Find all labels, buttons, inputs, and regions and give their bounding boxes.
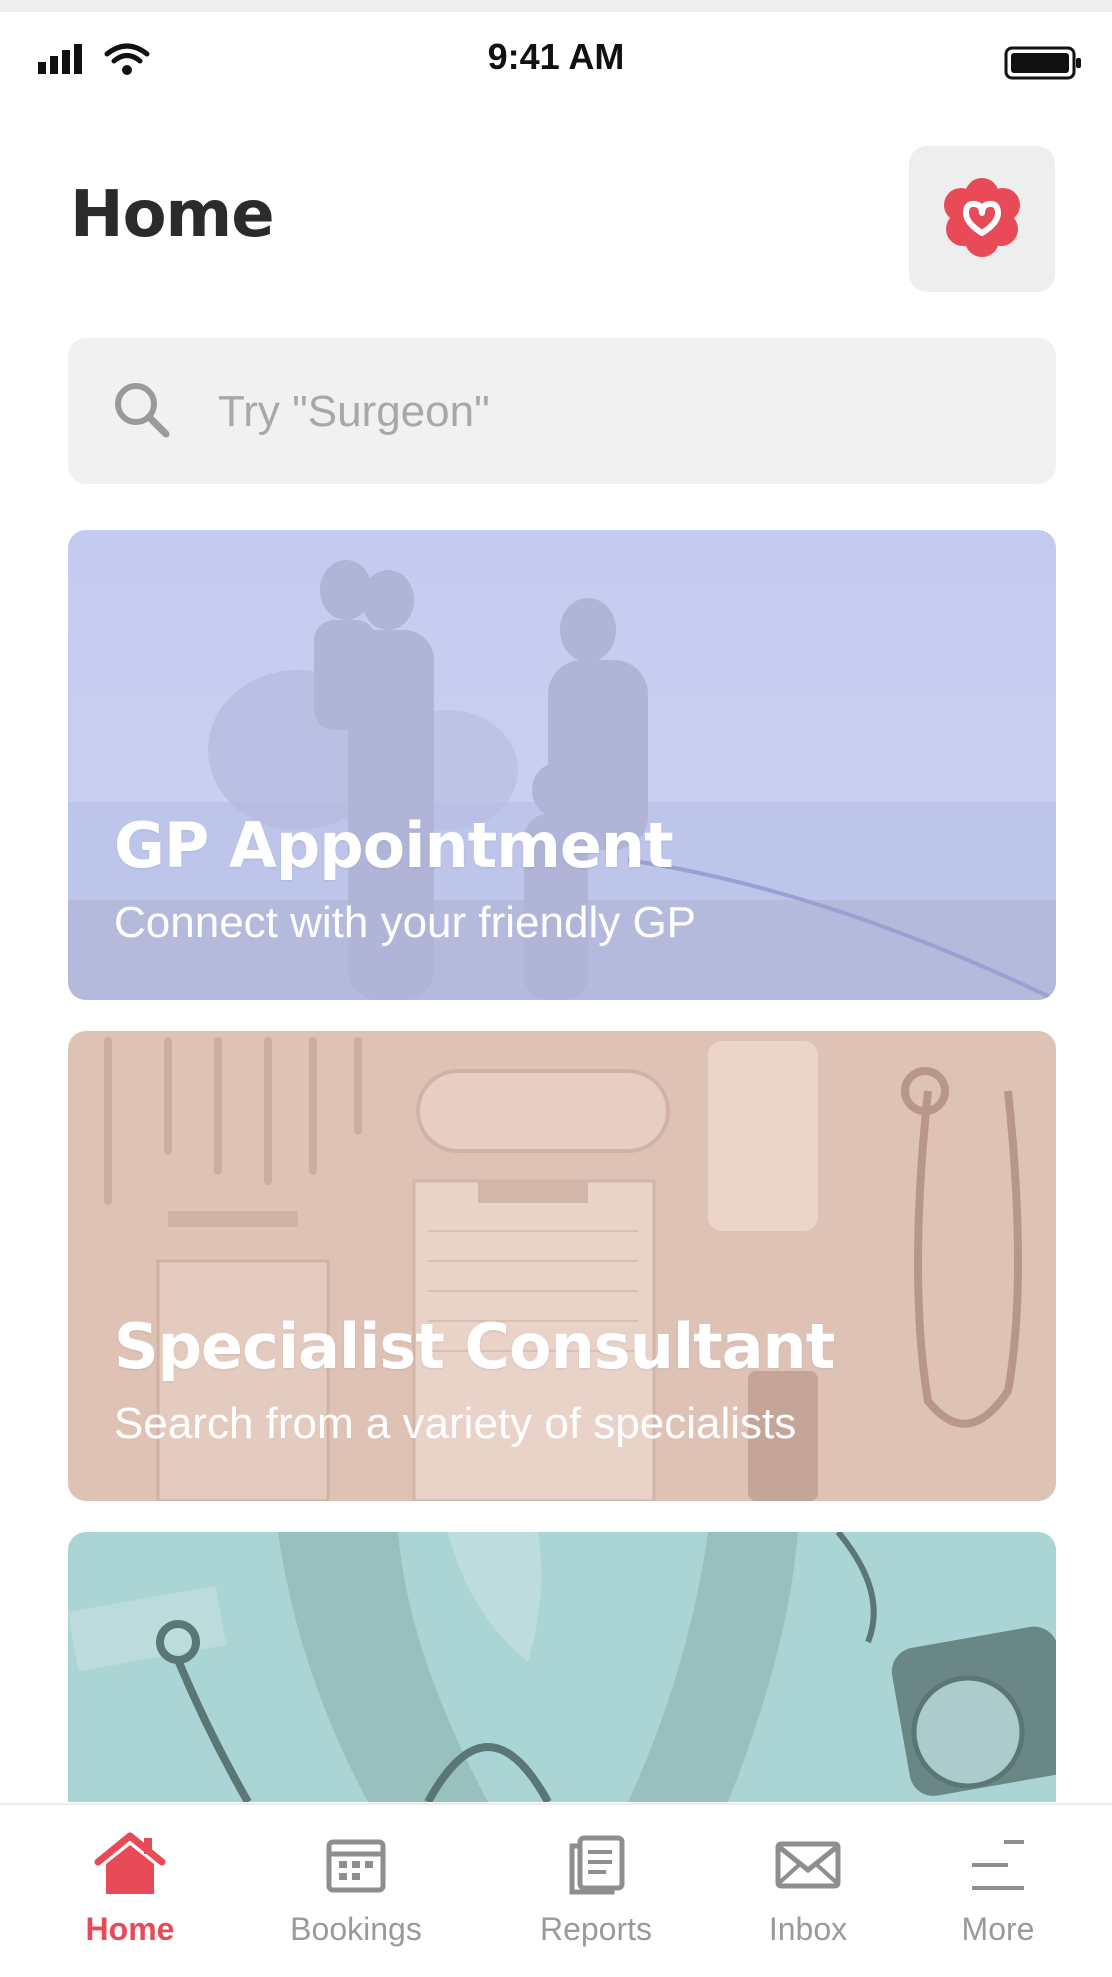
tab-label: More	[961, 1911, 1035, 1947]
calendar-icon	[266, 1827, 446, 1903]
gp-appointment-card[interactable]: GP Appointment Connect with your friendl…	[68, 530, 1056, 1000]
card-title: GP Appointment	[114, 809, 674, 882]
page-title: Home	[70, 178, 275, 252]
search-bar[interactable]	[68, 338, 1056, 484]
tab-home[interactable]: Home	[40, 1827, 220, 1967]
heart-flower-logo-icon	[936, 171, 1028, 268]
menu-icon	[908, 1827, 1088, 1903]
card-subtitle: Search from a variety of specialists	[114, 1399, 797, 1448]
search-input[interactable]	[216, 378, 1020, 446]
tab-inbox[interactable]: Inbox	[718, 1827, 898, 1967]
service-card[interactable]	[68, 1532, 1056, 1802]
tab-reports[interactable]: Reports	[506, 1827, 686, 1967]
window-top-edge	[0, 0, 1112, 12]
mail-icon	[718, 1827, 898, 1903]
battery-icon	[1004, 46, 1084, 85]
home-icon	[40, 1827, 220, 1903]
service-card-photo	[68, 1532, 1056, 1802]
status-bar: 9:41 AM	[0, 12, 1112, 92]
card-subtitle: Connect with your friendly GP	[114, 898, 697, 947]
tab-label: Reports	[539, 1911, 653, 1947]
card-title: Specialist Consultant	[114, 1310, 835, 1383]
search-icon	[110, 378, 174, 447]
tab-label: Home	[85, 1911, 175, 1947]
document-icon	[506, 1827, 686, 1903]
tab-more[interactable]: More	[908, 1827, 1088, 1967]
bottom-tab-bar: Home Bookings Reports Inbox More	[0, 1803, 1112, 1977]
logo-button[interactable]	[909, 146, 1055, 292]
status-time: 9:41 AM	[487, 36, 625, 77]
specialist-consultant-card[interactable]: Specialist Consultant Search from a vari…	[68, 1031, 1056, 1501]
tab-label: Inbox	[768, 1911, 848, 1947]
tab-bookings[interactable]: Bookings	[266, 1827, 446, 1967]
tab-label: Bookings	[290, 1911, 422, 1947]
